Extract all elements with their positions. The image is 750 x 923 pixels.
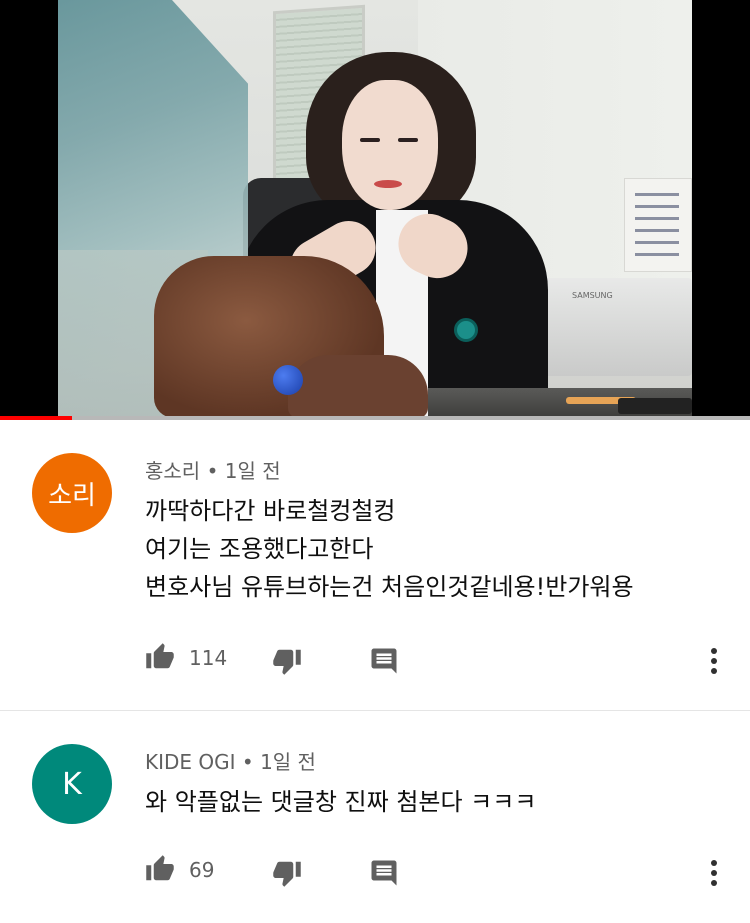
divider — [0, 710, 750, 711]
comment-author[interactable]: KIDE OGI — [145, 750, 236, 774]
person-face — [342, 80, 438, 210]
progress-bar[interactable] — [0, 416, 750, 420]
progress-bar-fill — [0, 416, 72, 420]
avatar-text: K — [62, 766, 82, 802]
video-frame[interactable]: SAMSUNG — [58, 0, 692, 418]
comment-author[interactable]: 홍소리 — [145, 459, 200, 483]
comment-actions: 114 — [0, 640, 750, 680]
reply-comment-icon[interactable] — [368, 646, 400, 676]
comment: K KIDE OGI • 1일 전 와 악플없는 댓글창 진짜 첨본다 ㅋㅋㅋ … — [0, 726, 750, 923]
comment-time[interactable]: 1일 전 — [225, 459, 281, 483]
more-vert-icon[interactable] — [704, 646, 724, 676]
like-count: 69 — [189, 858, 215, 882]
comment-text: 와 악플없는 댓글창 진짜 첨본다 ㅋㅋㅋ — [145, 788, 537, 816]
reply-comment-icon[interactable] — [368, 858, 400, 888]
thumb-down-icon[interactable] — [270, 858, 304, 888]
comment-meta: 홍소리 • 1일 전 — [145, 459, 281, 483]
video-player[interactable]: SAMSUNG — [0, 0, 750, 420]
brooch — [454, 318, 478, 342]
thumb-up-icon[interactable] — [143, 642, 177, 672]
wall-poster — [624, 178, 692, 272]
comment: 소리 홍소리 • 1일 전 까딱하다간 바로철컹철컹 여기는 조용했다고한다 변… — [0, 440, 750, 710]
avatar[interactable]: 소리 — [32, 453, 112, 533]
avatar-text: 소리 — [48, 480, 96, 511]
thumb-up-icon[interactable] — [143, 854, 177, 884]
comment-actions: 69 — [0, 854, 750, 894]
comment-text: 까딱하다간 바로철컹철컹 여기는 조용했다고한다 변호사님 유튜브하는건 처음인… — [145, 497, 634, 601]
printer-brand-label: SAMSUNG — [572, 291, 613, 300]
thumb-down-icon[interactable] — [270, 646, 304, 676]
more-vert-icon[interactable] — [704, 858, 724, 888]
comment-time[interactable]: 1일 전 — [260, 750, 316, 774]
like-count: 114 — [189, 646, 228, 670]
comment-meta: KIDE OGI • 1일 전 — [145, 750, 316, 774]
avatar[interactable]: K — [32, 744, 112, 824]
blue-ball — [273, 365, 303, 395]
